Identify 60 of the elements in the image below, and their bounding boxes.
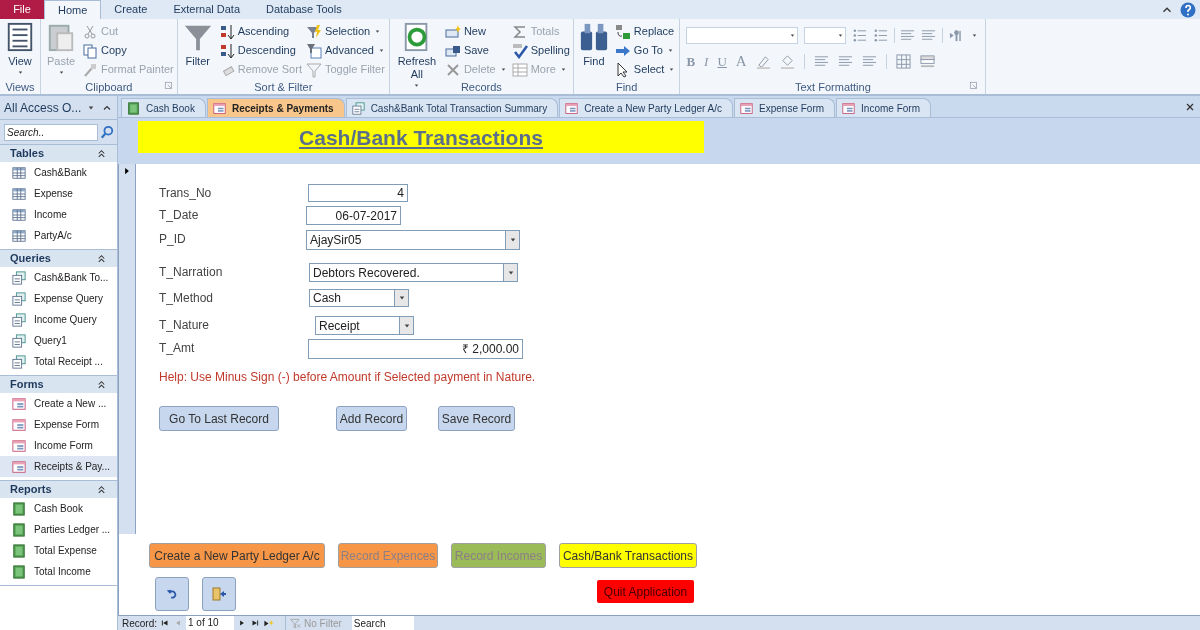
ribbon-tab[interactable]: Database Tools xyxy=(253,0,355,19)
document-tab[interactable]: Expense Form xyxy=(734,98,836,117)
ribbon-tab[interactable]: Create xyxy=(101,0,161,19)
help-text: Help: Use Minus Sign (-) before Amount if Selected payment in Nature. xyxy=(159,369,536,385)
document-tab[interactable]: Cash&Bank Total Transaction Summary xyxy=(345,98,559,117)
action-button[interactable]: Save Record xyxy=(438,406,515,431)
group-label: Records xyxy=(460,80,502,96)
ribbon-button[interactable]: Ascending xyxy=(218,22,302,41)
ribbon-button[interactable]: View xyxy=(3,22,37,77)
ribbon-button[interactable]: Filter xyxy=(180,22,215,68)
document-tab[interactable]: Income Form xyxy=(836,98,931,117)
text-field[interactable]: ₹ 2,000.00 xyxy=(308,339,523,359)
ribbon-tab[interactable]: Home xyxy=(44,0,102,19)
ribbon-button[interactable]: Refresh All xyxy=(392,22,441,90)
navigation-pane-title: All Access O... xyxy=(4,99,82,117)
ribbon-button[interactable]: Descending xyxy=(218,41,302,60)
document-tab[interactable]: Receipts & Payments xyxy=(206,98,345,117)
ribbon-button[interactable]: Find xyxy=(576,22,611,68)
field-label: T_Method xyxy=(159,290,215,307)
group-label: Text Formatting xyxy=(795,80,871,96)
field-label: P_ID xyxy=(159,231,187,248)
document-tab[interactable]: Cash Book xyxy=(121,98,206,117)
record-label: Record: xyxy=(122,616,157,630)
action-button[interactable]: Add Record xyxy=(336,406,407,431)
ribbon-button[interactable]: New xyxy=(444,22,508,41)
field-label: T_Amt xyxy=(159,340,196,357)
form-title: Cash/Bank Transactions xyxy=(138,121,704,153)
field-label: T_Narration xyxy=(159,264,224,281)
ribbon-button[interactable]: Selection xyxy=(305,22,386,41)
ribbon-button[interactable]: Replace xyxy=(614,22,677,41)
ribbon-tab[interactable]: File xyxy=(0,0,44,19)
search-field[interactable]: Search xyxy=(351,616,414,630)
combo-box[interactable]: Receipt xyxy=(315,316,414,335)
combo-box[interactable]: Debtors Recovered. xyxy=(309,263,518,282)
group-label: Sort & Filter xyxy=(254,80,313,96)
search-field[interactable]: Search.. xyxy=(4,123,98,141)
quit-button[interactable]: Quit Application xyxy=(597,580,694,603)
combo-box[interactable]: Cash xyxy=(309,289,409,307)
navigation-button[interactable]: Create a New Party Ledger A/c xyxy=(149,543,325,568)
action-button[interactable]: Go To Last Record xyxy=(159,406,279,431)
record-position-field[interactable]: 1 of 10 xyxy=(186,616,234,630)
group-label: Find xyxy=(615,80,638,96)
text-field[interactable]: 06-07-2017 xyxy=(306,206,401,225)
combo-box[interactable]: AjaySir05 xyxy=(306,230,520,250)
ribbon-button[interactable]: Copy xyxy=(82,41,174,60)
ribbon-button[interactable]: Advanced xyxy=(305,41,386,60)
ribbon-button[interactable]: Spelling xyxy=(511,41,570,60)
group-label: Views xyxy=(5,80,35,96)
ribbon-button[interactable]: Go To xyxy=(614,41,677,60)
field-label: T_Date xyxy=(159,207,200,224)
ribbon-button[interactable]: Save xyxy=(444,41,508,60)
ribbon-tab[interactable]: External Data xyxy=(160,0,254,19)
document-tab[interactable]: Create a New Party Ledger A/c xyxy=(559,98,734,117)
field-label: Trans_No xyxy=(159,185,213,202)
navigation-button[interactable]: Cash/Bank Transactions xyxy=(559,543,697,568)
group-label: Clipboard xyxy=(85,80,133,96)
field-label: T_Nature xyxy=(159,317,211,334)
ribbon-button[interactable]: Select xyxy=(614,60,677,79)
text-field[interactable]: 4 xyxy=(308,184,408,202)
navigation-item[interactable]: Receipts & Pay... xyxy=(0,456,117,477)
